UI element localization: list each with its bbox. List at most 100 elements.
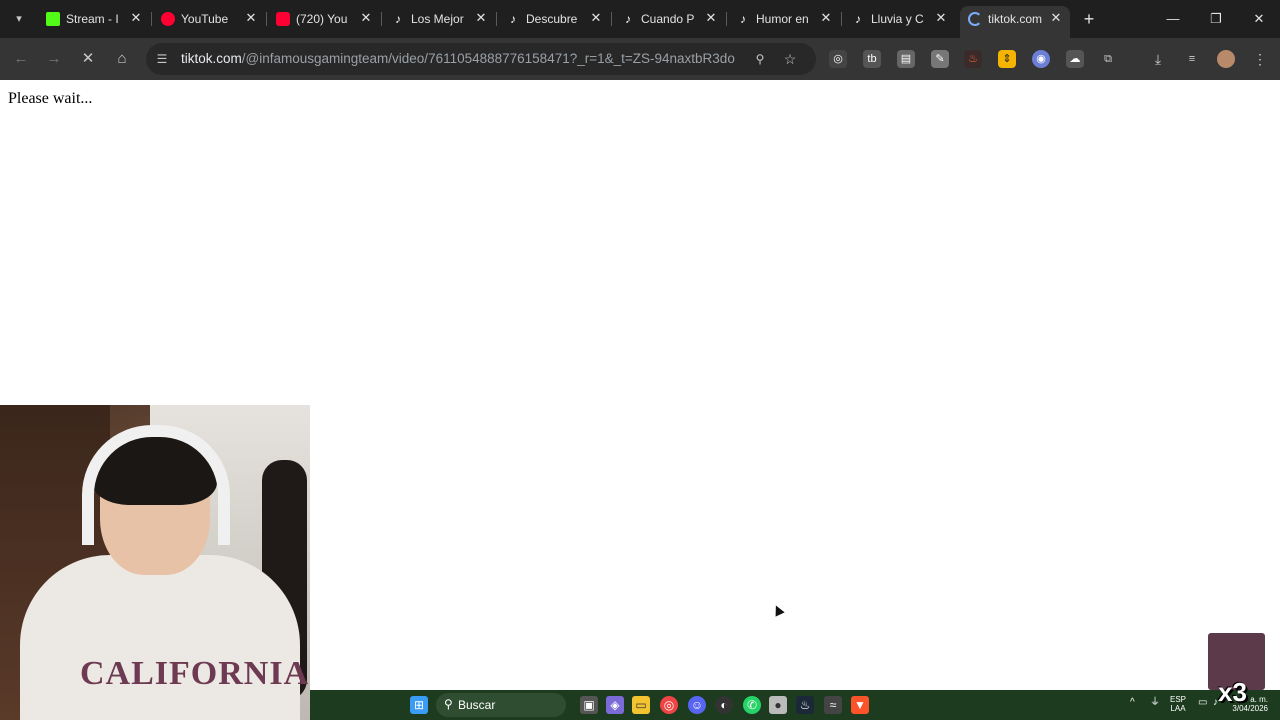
address-bar[interactable]: ☰ tiktok.com/@infamousgamingteam/video/7… <box>146 43 816 75</box>
sweater-text: CALIFORNIA <box>80 655 310 692</box>
tiktok-icon: ♪ <box>510 12 516 26</box>
search-icon: ⚲ <box>444 697 453 711</box>
copilot-icon[interactable]: ◈ <box>606 696 624 714</box>
tab-separator <box>611 12 612 26</box>
webcam-overlay: CALIFORNIA <box>0 405 310 720</box>
task-view-icon[interactable]: ▣ <box>580 696 598 714</box>
tiktok-icon: ♪ <box>740 12 746 26</box>
extension-icon[interactable]: ☁ <box>1066 50 1084 68</box>
extension-icon[interactable]: ⇕ <box>998 50 1016 68</box>
url-path: /@infamousgamingteam/video/7611054888776… <box>241 51 735 66</box>
tab-title: Humor en <box>756 12 809 26</box>
tab-separator <box>496 12 497 26</box>
youtube-icon <box>161 12 175 26</box>
stop-loading-icon[interactable]: ✕ <box>77 48 99 70</box>
mouse-cursor-icon <box>771 603 785 617</box>
windows-taskbar: ⊞ ⚲ Buscar ▣ ◈ ▭ ◎ ☺ ◐ ✆ ● ♨ ≈ ▼ ^ ⏚ ESP… <box>310 690 1280 720</box>
profile-avatar[interactable] <box>1217 50 1235 68</box>
more-menu-icon[interactable]: ⋮ <box>1251 50 1269 68</box>
file-explorer-icon[interactable]: ▭ <box>632 696 650 714</box>
tab-title: (720) You <box>296 12 348 26</box>
home-icon[interactable]: ⌂ <box>111 48 133 70</box>
stream-overlay-multiplier: x3 <box>1218 677 1247 707</box>
close-icon[interactable]: ✕ <box>243 10 259 26</box>
tab-separator <box>381 12 382 26</box>
obs-icon[interactable]: ◐ <box>715 696 733 714</box>
extension-icon[interactable]: ◉ <box>1032 50 1050 68</box>
browser-tab[interactable]: ♪ Descubre ✕ <box>498 6 612 32</box>
tab-separator <box>726 12 727 26</box>
close-icon[interactable]: ✕ <box>703 10 719 26</box>
headset-icon <box>82 425 230 545</box>
webcam-sweater <box>20 555 300 720</box>
extension-icon[interactable]: ◎ <box>829 50 847 68</box>
new-tab-button[interactable]: + <box>1078 8 1100 30</box>
tab-title: Cuando P <box>641 12 695 26</box>
url-text[interactable]: tiktok.com/@infamousgamingteam/video/761… <box>181 51 735 66</box>
download-icon[interactable]: ⤓ <box>1149 50 1167 68</box>
browser-tab[interactable]: YouTube ✕ <box>153 6 267 32</box>
taskbar-search-label: Buscar <box>458 698 496 712</box>
brave-icon[interactable]: ▼ <box>851 696 869 714</box>
windows-start-icon[interactable]: ⊞ <box>410 696 428 714</box>
tab-title: tiktok.com <box>988 12 1043 26</box>
browser-tab[interactable]: Stream - I ✕ <box>38 6 152 32</box>
mouse-app-icon[interactable]: ● <box>769 696 787 714</box>
extension-icon[interactable]: ✎ <box>931 50 949 68</box>
close-icon[interactable]: ✕ <box>933 10 949 26</box>
loading-spinner-icon <box>968 12 982 26</box>
browser-tab[interactable]: ♪ Cuando P ✕ <box>613 6 727 32</box>
tab-separator <box>266 12 267 26</box>
extension-icon[interactable]: tb <box>863 50 881 68</box>
tab-title: Stream - I <box>66 12 119 26</box>
whatsapp-icon[interactable]: ✆ <box>743 696 761 714</box>
discord-icon[interactable]: ☺ <box>688 696 706 714</box>
browser-tab[interactable]: (720) You ✕ <box>268 6 382 32</box>
youtube-icon <box>276 12 290 26</box>
forward-arrow-icon[interactable]: → <box>43 48 65 70</box>
restore-icon[interactable]: ❐ <box>1205 8 1227 30</box>
browser-tabstrip: ▾ Stream - I ✕ YouTube ✕ (720) You ✕ ♪ L… <box>0 0 1280 38</box>
language-bottom: LAA <box>1170 704 1186 713</box>
extension-icon[interactable]: ▤ <box>897 50 915 68</box>
tray-chevron-icon[interactable]: ^ <box>1130 698 1135 708</box>
media-control-icon[interactable]: ≡ <box>1183 50 1201 68</box>
tab-title: Lluvia y C <box>871 12 924 26</box>
tab-separator <box>841 12 842 26</box>
chrome-icon[interactable]: ◎ <box>660 696 678 714</box>
browser-toolbar: ← → ✕ ⌂ ☰ tiktok.com/@infamousgamingteam… <box>0 38 1280 80</box>
close-icon[interactable]: ✕ <box>358 10 374 26</box>
language-top: ESP <box>1170 695 1187 704</box>
tab-title: Los Mejor <box>411 12 464 26</box>
browser-tab[interactable]: ♪ Los Mejor ✕ <box>383 6 497 32</box>
browser-tab[interactable]: ♪ Lluvia y C ✕ <box>843 6 955 32</box>
close-icon[interactable]: ✕ <box>588 10 604 26</box>
browser-tab[interactable]: ♪ Humor en ✕ <box>728 6 842 32</box>
tab-separator <box>151 12 152 26</box>
steam-icon[interactable]: ♨ <box>796 696 814 714</box>
tab-search-chevron-icon[interactable]: ▾ <box>8 8 30 30</box>
site-settings-icon[interactable]: ☰ <box>154 51 170 67</box>
close-icon[interactable]: ✕ <box>1048 10 1064 26</box>
microphone-icon[interactable]: ⏚ <box>1150 698 1160 708</box>
network-icon[interactable]: ▭ <box>1198 698 1207 708</box>
zoom-magnifier-icon[interactable]: ⚲ <box>752 51 768 67</box>
window-close-icon[interactable]: ✕ <box>1248 8 1270 30</box>
browser-tab-active[interactable]: tiktok.com ✕ <box>960 6 1070 38</box>
tab-title: Descubre <box>526 12 578 26</box>
tiktok-icon: ♪ <box>625 12 631 26</box>
back-arrow-icon[interactable]: ← <box>10 48 32 70</box>
bookmark-star-icon[interactable]: ☆ <box>782 51 798 67</box>
extensions-puzzle-icon[interactable]: ⧉ <box>1099 50 1117 68</box>
tiktok-icon: ♪ <box>855 12 861 26</box>
minimize-icon[interactable]: — <box>1162 8 1184 30</box>
app-icon[interactable]: ≈ <box>824 696 842 714</box>
tab-title: YouTube <box>181 12 229 26</box>
flame-extension-icon[interactable]: ♨ <box>964 50 982 68</box>
taskbar-search[interactable]: ⚲ Buscar <box>436 693 566 717</box>
close-icon[interactable]: ✕ <box>473 10 489 26</box>
close-icon[interactable]: ✕ <box>128 10 144 26</box>
language-indicator[interactable]: ESP LAA <box>1170 695 1186 713</box>
close-icon[interactable]: ✕ <box>818 10 834 26</box>
tiktok-icon: ♪ <box>395 12 401 26</box>
